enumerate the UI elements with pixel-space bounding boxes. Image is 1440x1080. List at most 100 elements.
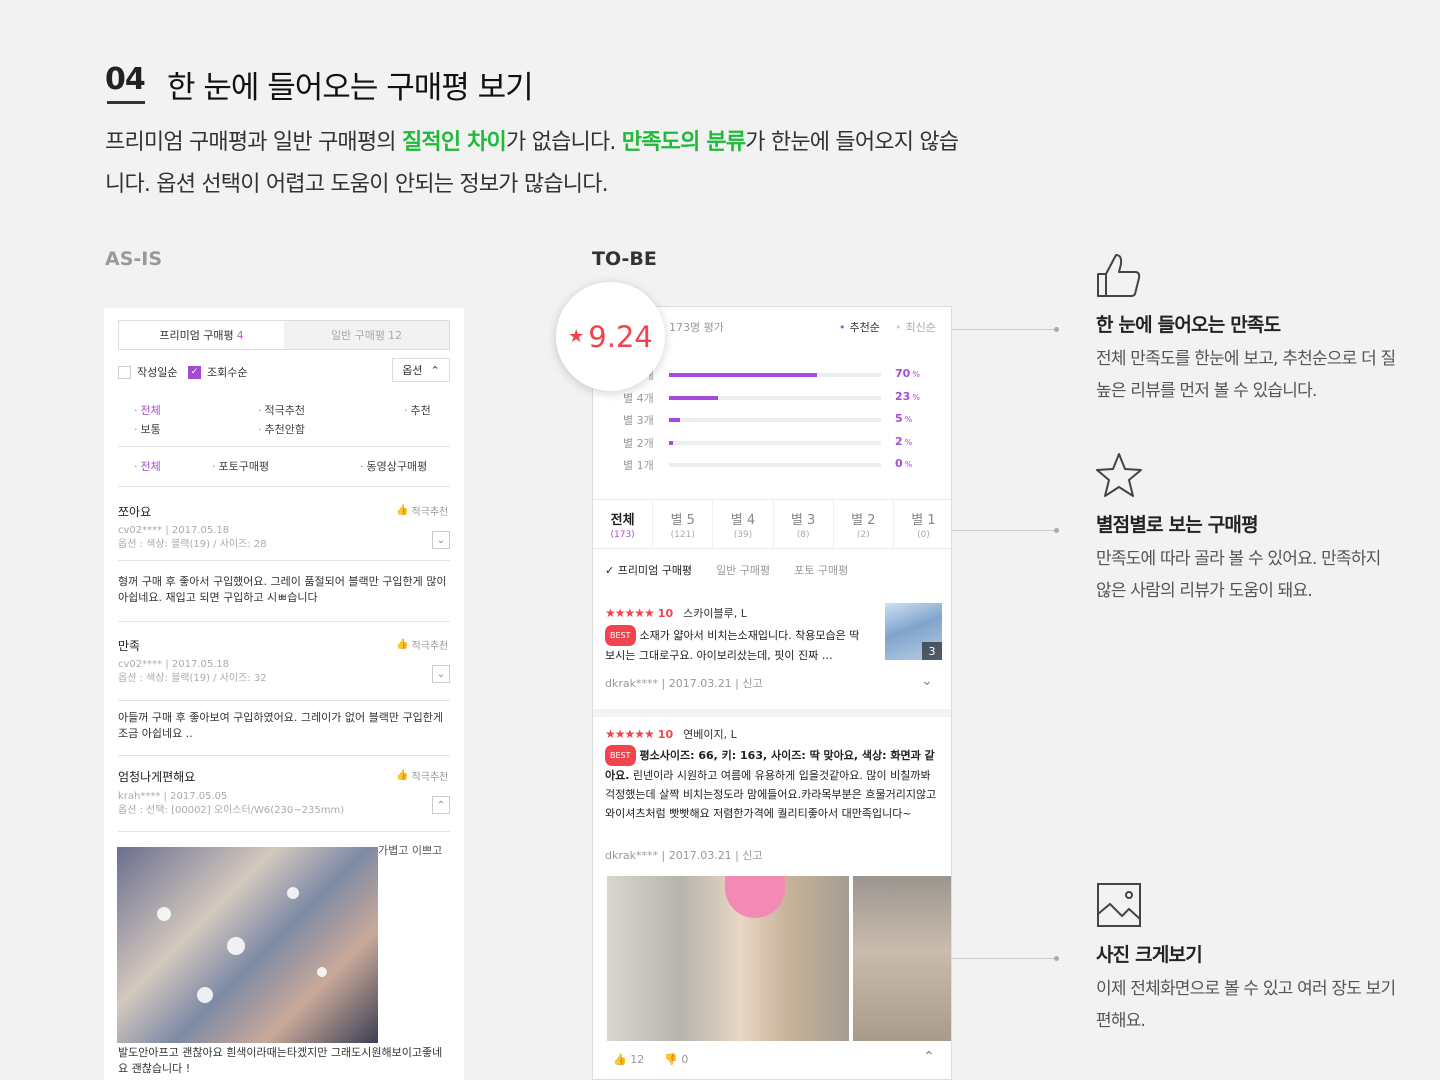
report-link[interactable]: 신고	[742, 677, 762, 690]
percent-unit: %	[904, 460, 913, 469]
rating-count: 173명 평가	[669, 321, 724, 334]
chevron-down-icon: ⌄	[436, 534, 446, 546]
photo-detail	[287, 887, 299, 899]
review-user: dkrak****	[605, 849, 658, 862]
overall-rating-value: 9.24	[588, 319, 653, 354]
review-text: BEST 소재가 얇아서 비치는소재입니다. 착용모습은 딱 보시는 그대로구요.…	[605, 625, 869, 665]
recommend-label: 적극추천	[411, 641, 449, 652]
tab-star-5[interactable]: 별 5 (121)	[653, 500, 714, 548]
review-user: cv02****	[118, 525, 163, 536]
face-cover-sticker	[725, 876, 785, 918]
bar-track	[669, 463, 881, 467]
image-icon	[1097, 883, 1141, 927]
sort-by-views-checkbox[interactable]: ✓ 조회수순	[188, 364, 247, 380]
bar-track	[669, 440, 881, 445]
filter-label: 전체	[140, 460, 161, 473]
tab-star-1[interactable]: 별 1 (0)	[894, 500, 951, 548]
bar-percent: 23%	[895, 389, 920, 403]
sort-label: 추천순	[849, 321, 880, 334]
best-badge: BEST	[605, 625, 636, 646]
review-thumbnail[interactable]: 3	[885, 603, 942, 660]
percent-unit: %	[912, 370, 920, 379]
option-dropdown[interactable]: 옵션 ⌃	[392, 358, 450, 382]
expand-button[interactable]: ⌄	[432, 531, 450, 549]
bar-percent: 70%	[895, 367, 920, 380]
thumbs-up-icon	[1097, 254, 1141, 297]
tab-label: 일반 구매평	[330, 329, 386, 342]
feature-title: 별점별로 보는 구매평	[1096, 514, 1259, 536]
expand-button[interactable]: ⌄	[432, 665, 450, 683]
dislike-button[interactable]: 👎 0	[664, 1053, 688, 1066]
filter-not-recommend[interactable]: · 추천안함	[258, 421, 305, 437]
tab-label: 프리미엄 구매평	[159, 329, 234, 342]
section-title: 한 눈에 들어오는 구매평 보기	[167, 70, 534, 106]
chevron-up-icon: ⌃	[430, 363, 440, 377]
sort-recommend[interactable]: • 추천순	[839, 319, 880, 335]
recommend-label: 적극추천	[411, 507, 449, 518]
report-link[interactable]: 신고	[742, 849, 762, 862]
filter-label: 전체	[140, 404, 161, 417]
chevron-up-icon[interactable]: ⌃	[923, 1049, 935, 1065]
divider	[118, 755, 450, 756]
review-photo[interactable]	[117, 847, 378, 1043]
filter-video-review[interactable]: · 동영상구매평	[360, 458, 427, 474]
desc-text-1: 프리미엄 구매평과 일반 구매평의	[105, 130, 402, 155]
filter-type-all[interactable]: · 전체	[134, 458, 161, 474]
bar-fill	[669, 440, 674, 445]
sort-latest[interactable]: • 최신순	[895, 319, 936, 335]
review-score: 10	[657, 728, 674, 741]
tab-general-review[interactable]: 일반 구매평 12	[284, 321, 449, 349]
bullet-icon: ·	[404, 404, 408, 417]
filter-strong-recommend[interactable]: · 적극추천	[258, 402, 305, 418]
tab-star-all[interactable]: 전체 (173)	[593, 500, 654, 548]
desc-text-2: 가 없습니다.	[506, 130, 622, 155]
thumbs-up-icon: 👍	[396, 639, 409, 650]
tab-count: (121)	[670, 529, 695, 540]
divider	[118, 700, 450, 701]
review-meta: dkrak**** | 2017.03.21 | 신고	[605, 677, 763, 690]
collapse-button[interactable]: ⌃	[432, 796, 450, 814]
photo-detail	[197, 987, 213, 1003]
review-photo-second[interactable]	[853, 876, 951, 1041]
review-option: 옵션 : 색상: 블랙(19) / 사이즈: 32	[118, 673, 267, 684]
tab-premium-review[interactable]: 프리미엄 구매평 4	[119, 321, 284, 349]
tab-name: 별 5	[670, 512, 695, 528]
section-description: 프리미엄 구매평과 일반 구매평의 질적인 차이가 없습니다. 만족도의 분류가…	[105, 122, 965, 206]
review-title: 쪼아요	[118, 505, 152, 519]
review-body: 아들꺼 구매 후 좋아보여 구입하였어요. 그레이가 없어 블랙만 구입한게 조…	[118, 711, 443, 740]
review-option: 옵션 : 선택: [00002] 오이스터/W6(230~235mm)	[118, 805, 345, 816]
filter-label: 추천	[410, 404, 431, 417]
review-photo-large[interactable]	[607, 876, 849, 1041]
tab-star-2[interactable]: 별 2 (2)	[834, 500, 894, 548]
review-body: 발도안아프고 괜찮아요 흰색이라때는타겠지만 그래도시원해보이고좋네요 괜찮습니…	[118, 1046, 443, 1075]
section-number: 04	[105, 62, 146, 97]
review-option: 옵션 : 색상: 블랙(19) / 사이즈: 28	[118, 539, 267, 550]
review-score: 10	[657, 607, 674, 620]
chevron-down-icon[interactable]: ⌄	[921, 673, 933, 689]
connector-line	[952, 327, 1059, 332]
filter-recommend[interactable]: · 추천	[404, 402, 431, 418]
tab-premium-review[interactable]: ✓ 프리미엄 구매평	[605, 562, 692, 578]
bar-label: 별 3개	[623, 414, 654, 427]
like-button[interactable]: 👍 12	[613, 1053, 644, 1066]
section-number-underline	[107, 101, 145, 104]
divider	[118, 621, 450, 622]
review-user: dkrak****	[605, 677, 658, 690]
tab-star-4[interactable]: 별 4 (39)	[713, 500, 774, 548]
bar-track	[669, 395, 881, 400]
divider	[118, 446, 450, 447]
thumbs-up-icon: 👍	[613, 1053, 631, 1066]
tab-general-review[interactable]: 일반 구매평	[716, 562, 770, 578]
checkbox-label: 조회수순	[207, 366, 248, 379]
tab-photo-review[interactable]: 포토 구매평	[794, 562, 848, 578]
overall-rating-badge: ★ 9.24	[556, 282, 665, 391]
tab-name: 별 3	[790, 512, 816, 528]
filter-normal[interactable]: · 보통	[134, 421, 161, 437]
filter-label: 포토구매평	[218, 460, 270, 473]
filter-photo-review[interactable]: · 포토구매평	[212, 458, 269, 474]
tab-star-3[interactable]: 별 3 (8)	[774, 500, 834, 548]
review-title: 엄청나게편해요	[118, 770, 196, 784]
filter-all[interactable]: · 전체	[134, 402, 161, 418]
sort-by-date-checkbox[interactable]: 작성일순	[118, 364, 177, 380]
bar-fill	[669, 418, 680, 422]
